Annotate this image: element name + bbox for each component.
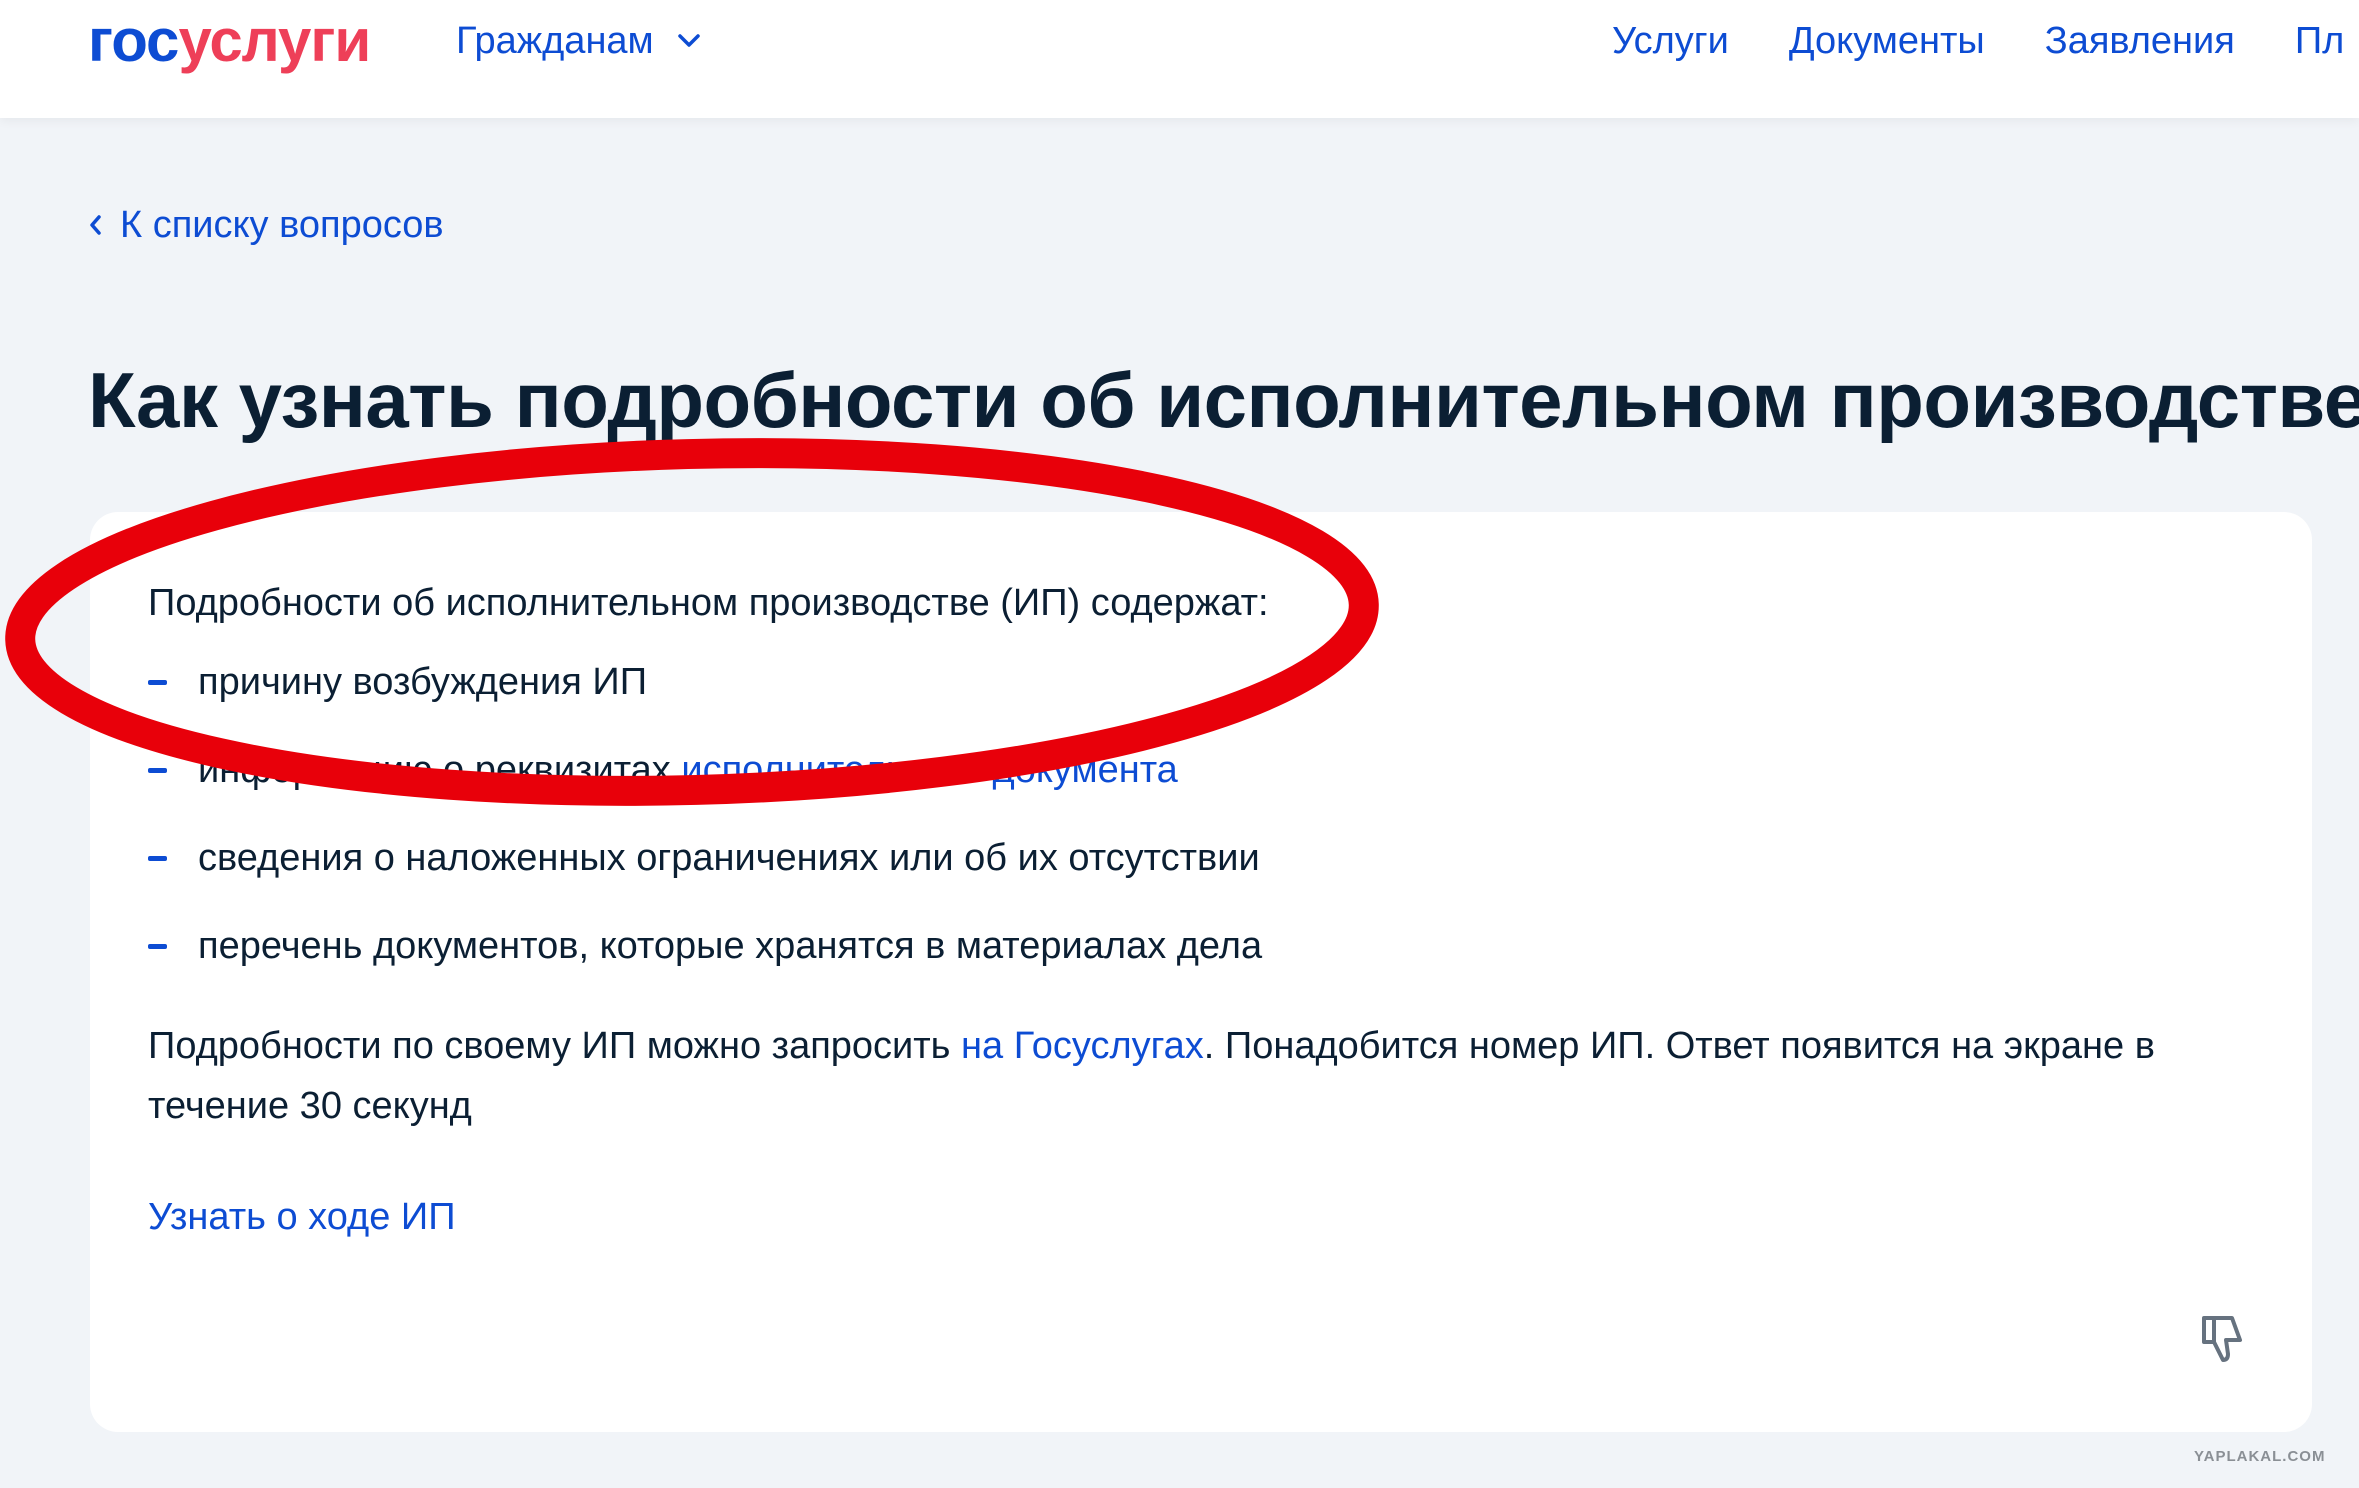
- paragraph-text-before: Подробности по своему ИП можно запросить: [148, 1025, 962, 1067]
- request-info-paragraph: Подробности по своему ИП можно запросить…: [148, 1016, 2248, 1136]
- answer-card: Подробности об исполнительном производст…: [90, 512, 2312, 1432]
- list-item-text: причину возбуждения ИП: [198, 661, 648, 703]
- back-to-questions-link[interactable]: К списку вопросов: [88, 200, 444, 250]
- gosuslugi-logo[interactable]: госуслуги: [88, 7, 371, 74]
- executive-document-link[interactable]: исполнительного документа: [681, 749, 1177, 791]
- bullet-dash: [148, 768, 167, 773]
- chevron-down-icon: [677, 34, 700, 47]
- top-nav: Услуги Документы Заявления Пл: [1612, 16, 2344, 66]
- check-ip-status-link[interactable]: Узнать о ходе ИП: [148, 1192, 456, 1242]
- gosuslugi-link[interactable]: на Госуслугах: [961, 1025, 1204, 1067]
- back-link-label: К списку вопросов: [120, 204, 444, 246]
- chevron-left-icon: [90, 215, 101, 235]
- list-item-text: сведения о наложенных ограничениях или о…: [198, 837, 1260, 879]
- list-item-text: информацию о реквизитах: [198, 749, 682, 791]
- page-title: Как узнать подробности об исполнительном…: [88, 356, 2359, 444]
- citizens-menu-label: Гражданам: [456, 20, 654, 62]
- site-header: госуслуги Гражданам Услуги Документы Зая…: [0, 0, 2359, 118]
- nav-link-payments[interactable]: Пл: [2295, 16, 2345, 66]
- thumbs-down-icon[interactable]: [2194, 1310, 2250, 1366]
- list-item-text: перечень документов, которые хранятся в …: [198, 925, 1263, 967]
- logo-part-gos: гос: [88, 7, 179, 74]
- nav-link-services[interactable]: Услуги: [1612, 16, 1729, 66]
- list-item: причину возбуждения ИП: [148, 657, 1262, 745]
- nav-link-applications[interactable]: Заявления: [2045, 16, 2235, 66]
- bullet-dash: [148, 856, 167, 861]
- details-list: причину возбуждения ИП информацию о рекв…: [148, 657, 1262, 1009]
- citizens-menu[interactable]: Гражданам: [456, 16, 700, 66]
- logo-part-uslugi: услуги: [178, 7, 371, 74]
- list-item: информацию о реквизитах исполнительного …: [148, 745, 1262, 833]
- list-item: сведения о наложенных ограничениях или о…: [148, 833, 1262, 921]
- watermark: YAPLAKAL.COM: [2194, 1448, 2326, 1465]
- bullet-dash: [148, 944, 167, 949]
- nav-link-documents[interactable]: Документы: [1789, 16, 1985, 66]
- card-intro: Подробности об исполнительном производст…: [148, 582, 1269, 624]
- list-item: перечень документов, которые хранятся в …: [148, 921, 1262, 1009]
- bullet-dash: [148, 680, 167, 685]
